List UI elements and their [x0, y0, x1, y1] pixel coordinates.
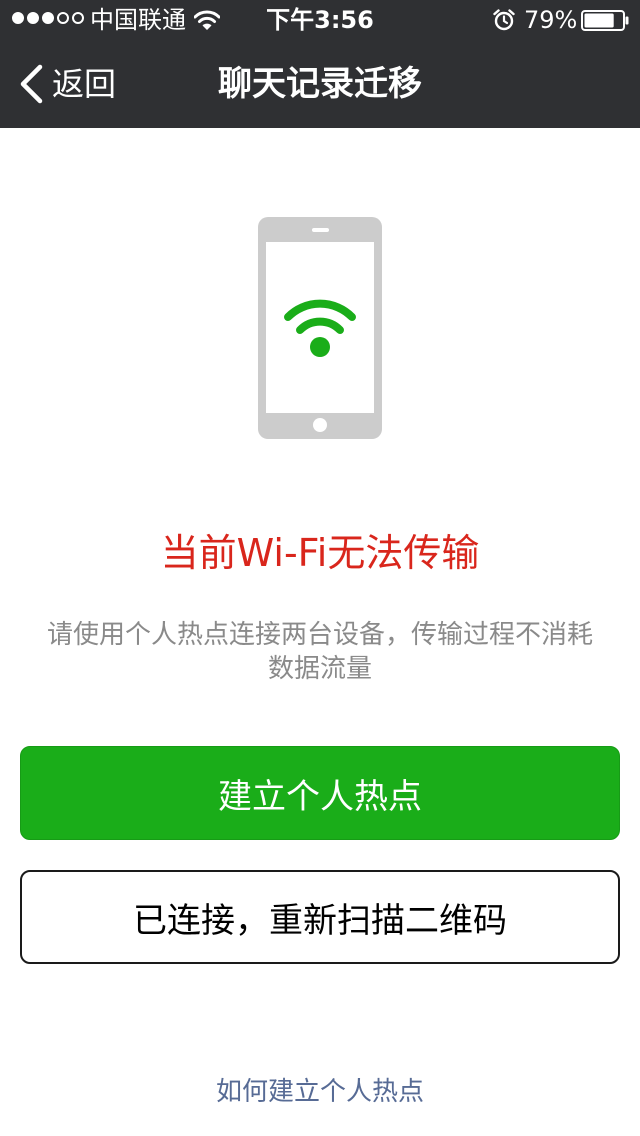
battery-icon [581, 10, 629, 31]
navigation-bar: 返回 聊天记录迁移 [0, 40, 640, 128]
chat-history-migration-screen: 中国联通 下午3:56 79% 返回 聊天记录迁移 当前Wi-Fi无法传输 请使… [0, 0, 640, 1136]
create-hotspot-button[interactable]: 建立个人热点 [20, 746, 620, 840]
status-bar: 中国联通 下午3:56 79% [0, 0, 640, 40]
battery-fill [584, 13, 614, 28]
top-bar: 中国联通 下午3:56 79% 返回 聊天记录迁移 [0, 0, 640, 128]
hotspot-description: 请使用个人热点连接两台设备，传输过程不消耗数据流量 [46, 620, 593, 684]
phone-icon [258, 217, 382, 439]
page-title: 聊天记录迁移 [218, 64, 422, 104]
alarm-clock-icon [493, 9, 515, 31]
rescan-qr-button[interactable]: 已连接，重新扫描二维码 [20, 870, 620, 964]
hotspot-help-link[interactable]: 如何建立个人热点 [0, 1074, 640, 1110]
wifi-warning-title: 当前Wi-Fi无法传输 [160, 531, 480, 575]
battery-percentage: 79% [524, 6, 578, 34]
